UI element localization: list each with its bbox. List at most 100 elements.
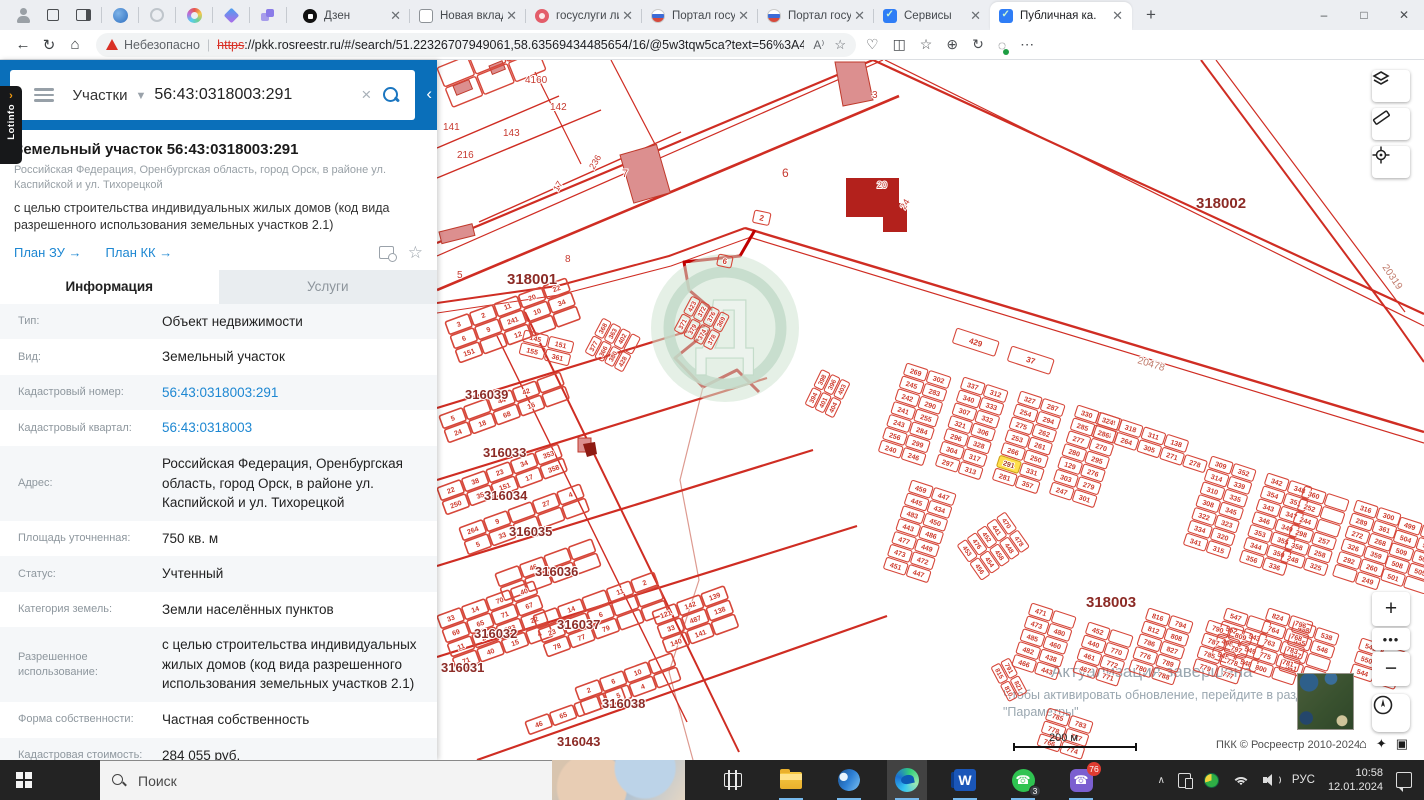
basemap-switch-icon[interactable]: ▣ (1396, 736, 1408, 752)
lotinfo-ribbon[interactable]: › Lotinfo (0, 86, 22, 164)
layers-button[interactable] (1372, 70, 1410, 102)
close-button[interactable]: ✕ (1384, 0, 1424, 30)
my-location-button[interactable] (1372, 694, 1410, 732)
home-map-icon[interactable]: ⌂ (1359, 736, 1367, 752)
browser-tab-5[interactable]: Портал госуда✕ (757, 2, 874, 30)
favorite-star-icon[interactable]: ☆ (834, 37, 846, 53)
svg-text:10: 10 (533, 308, 543, 317)
map-mini-controls: ⌂ ✦ ▣ (1359, 736, 1408, 752)
menu-icon[interactable] (34, 88, 54, 102)
parcel-block: 429 (952, 327, 1000, 357)
security-warning-label[interactable]: Небезопасно (124, 38, 200, 52)
wifi-icon[interactable] (1231, 774, 1250, 786)
svg-text:Д: Д (695, 282, 755, 376)
tab-close-icon[interactable]: ✕ (735, 8, 752, 24)
profile-avatar-icon[interactable] (8, 0, 38, 30)
viber-icon[interactable]: ☎ 76 (1061, 760, 1101, 800)
tab-close-icon[interactable]: ✕ (851, 8, 868, 24)
sidebar-window-icon[interactable] (68, 0, 98, 30)
browser-toolbar: ← ↻ ⌂ Небезопасно | https ://pkk.rosrees… (0, 30, 1424, 60)
refresh-button[interactable]: ↻ (36, 32, 62, 58)
edge-browser-icon[interactable] (887, 760, 927, 800)
parcel-block: 816794812808786827776789780788 (1128, 607, 1194, 686)
zoom-out-button[interactable]: − (1372, 652, 1410, 686)
whatsapp-icon[interactable]: ☎ 3 (1003, 760, 1043, 800)
tab-close-icon[interactable]: ✕ (503, 8, 520, 24)
new-tab-button[interactable]: + (1138, 2, 1164, 28)
measure-button[interactable] (1372, 108, 1410, 140)
center-map-icon[interactable]: ✦ (1376, 736, 1387, 752)
pinned-tab-purple-cards[interactable] (253, 0, 283, 30)
time-label: 10:58 (1355, 766, 1383, 779)
pinned-tab-blue-globe[interactable] (105, 0, 135, 30)
task-view-icon[interactable] (713, 760, 753, 800)
tab-close-icon[interactable]: ✕ (967, 8, 984, 24)
notification-center-icon[interactable] (1396, 772, 1412, 792)
read-aloud-icon[interactable]: A⁾ (813, 38, 824, 52)
browser-tab-7[interactable]: Публичная ка. ✕ (990, 2, 1132, 30)
info-value[interactable]: 56:43:0318003 (158, 418, 252, 438)
toolbar-icons: ♡ ◫ ☆ ⊕ ↻ ◌ ⋯ (866, 36, 1034, 55)
tab-close-icon[interactable]: ✕ (619, 8, 636, 24)
start-button[interactable] (0, 760, 48, 800)
more-menu-icon[interactable]: ⋯ (1020, 36, 1034, 53)
collections-icon[interactable]: ⊕ (946, 36, 958, 53)
zoom-in-button[interactable]: + (1372, 592, 1410, 626)
tab-close-icon[interactable]: ✕ (1109, 8, 1126, 24)
browser-tab-3[interactable]: госуслуги лич✕ (525, 2, 642, 30)
browser-tab-2[interactable]: Новая вкладк✕ (409, 2, 526, 30)
basemap-thumbnail[interactable] (1297, 673, 1354, 730)
plan-zu-link[interactable]: План ЗУ → (14, 245, 82, 260)
plan-view-icon[interactable] (378, 245, 397, 262)
taskbar-search[interactable]: Поиск (100, 760, 552, 800)
minimize-button[interactable]: – (1304, 0, 1344, 30)
word-icon[interactable]: W (945, 760, 985, 800)
maximize-button[interactable]: □ (1344, 0, 1384, 30)
parcel-block: 145151155361 (518, 329, 575, 366)
history-icon[interactable]: ↻ (972, 36, 984, 53)
volume-icon[interactable] (1262, 773, 1281, 787)
tray-chevron-icon[interactable]: ∧ (1158, 775, 1165, 786)
object-title: Земельный участок 56:43:0318003:291 (14, 141, 299, 158)
tab-services[interactable]: Услуги (218, 269, 437, 304)
collapse-panel-icon[interactable]: ‹ (426, 84, 432, 104)
tab-stack-icon[interactable] (38, 0, 68, 30)
favorites-icon[interactable]: ☆ (920, 36, 933, 53)
favorite-icon[interactable]: ☆ (408, 244, 423, 261)
search-highlight-image[interactable] (552, 760, 685, 800)
address-bar[interactable]: Небезопасно | https ://pkk.rosreestr.ru/… (96, 32, 856, 57)
desktop-screen: Дзен✕Новая вкладк✕госуслуги лич✕Портал г… (0, 0, 1424, 800)
pinned-tab-gray-circle[interactable] (142, 0, 172, 30)
clear-search-icon[interactable]: × (361, 85, 371, 105)
browser-tab-4[interactable]: Портал госуда✕ (641, 2, 758, 30)
locate-button[interactable] (1372, 146, 1410, 178)
pinned-tab-color-ring[interactable] (179, 0, 209, 30)
plan-kk-link[interactable]: План КК → (106, 245, 173, 260)
svg-text:37: 37 (1025, 355, 1037, 366)
browser-tab-1[interactable]: Дзен ✕ (294, 2, 410, 30)
search-input[interactable] (154, 86, 362, 104)
search-category-select[interactable]: Участки (72, 87, 127, 104)
clock[interactable]: 10:58 12.01.2024 (1328, 766, 1383, 795)
info-value: Учтенный (162, 566, 224, 582)
search-icon[interactable] (383, 86, 399, 104)
photos-app-icon[interactable] (829, 760, 869, 800)
tab-information[interactable]: Информация (0, 269, 219, 304)
tab-close-icon[interactable]: ✕ (387, 8, 404, 24)
back-button[interactable]: ← (10, 32, 36, 58)
home-button[interactable]: ⌂ (62, 32, 88, 58)
pinned-tab-diamond[interactable] (216, 0, 246, 30)
file-explorer-icon[interactable] (771, 760, 811, 800)
antivirus-icon[interactable] (1203, 772, 1219, 788)
browser-tab-6[interactable]: Сервисы ✕ (873, 2, 990, 30)
split-screen-icon[interactable]: ◫ (893, 36, 906, 53)
browser-essentials-icon[interactable]: ♡ (866, 36, 879, 53)
language-indicator[interactable]: РУС (1292, 774, 1315, 786)
sync-status-icon[interactable]: ◌ (998, 37, 1010, 55)
info-label: Кадастровый номер: (18, 386, 124, 399)
info-value[interactable]: 56:43:0318003:291 (158, 383, 278, 403)
map-area[interactable]: Актуализация завершена Чтобы активироват… (437, 60, 1424, 760)
zoom-more-button[interactable]: ••• (1372, 628, 1410, 650)
info-label: Тип: (18, 315, 40, 328)
device-cast-icon[interactable] (1177, 772, 1193, 789)
